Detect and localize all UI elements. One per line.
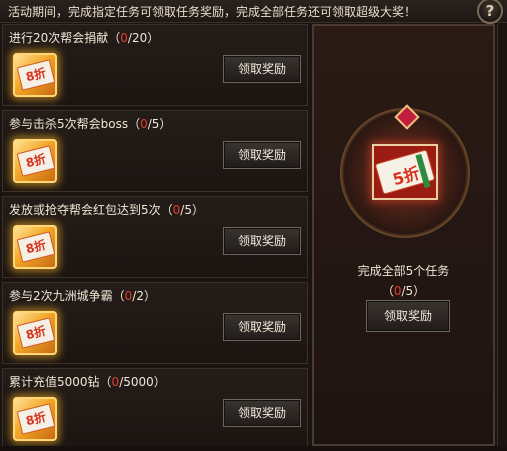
task-title: 发放或抢夺帮会红包达到5次（0/5） <box>9 201 204 218</box>
task-progress-total: /5） <box>180 203 204 217</box>
bottom-strip <box>0 446 507 451</box>
task-title: 参与2次九洲城争霸（0/2） <box>9 287 156 304</box>
ticket-frame: 8折 <box>13 139 57 183</box>
task-title-text: 累计充值5000钻（ <box>9 375 112 389</box>
ticket-tag: 8折 <box>16 231 56 263</box>
ticket-label: 8折 <box>24 65 48 85</box>
task-progress-total: /5000） <box>119 375 166 389</box>
claim-reward-button[interactable]: 领取奖励 <box>223 313 301 341</box>
discount-ticket-icon: 8折 <box>7 47 63 103</box>
activity-banner: 活动期间，完成指定任务可领取任务奖励，完成全部任务还可领取超级大奖！ ? <box>0 0 507 24</box>
task-progress-total: /20） <box>127 31 160 45</box>
ticket-label: 8折 <box>24 323 48 343</box>
ticket-tag: 8折 <box>16 317 56 349</box>
task-title: 参与击杀5次帮会boss（0/5） <box>9 115 171 132</box>
task-title-text: 参与2次九洲城争霸（ <box>9 289 125 303</box>
task-row: 发放或抢夺帮会红包达到5次（0/5） 8折 领取奖励 <box>2 196 308 278</box>
claim-reward-button[interactable]: 领取奖励 <box>223 141 301 169</box>
ticket-tag: 8折 <box>16 59 56 91</box>
ticket-label: 8折 <box>24 151 48 171</box>
task-title: 进行20次帮会捐献（0/20） <box>9 29 159 46</box>
help-button[interactable]: ? <box>477 0 503 24</box>
grand-prize-title: 完成全部5个任务 <box>357 264 450 278</box>
task-progress-current: 0 <box>120 31 128 45</box>
ticket-frame: 8折 <box>13 225 57 269</box>
ticket-frame: 8折 <box>13 311 57 355</box>
grand-prize-progress: （0/5） <box>314 282 493 299</box>
task-row: 参与击杀5次帮会boss（0/5） 8折 领取奖励 <box>2 110 308 192</box>
task-progress-total: /5） <box>147 117 172 131</box>
task-title-text: 进行20次帮会捐献（ <box>9 31 121 45</box>
task-title-text: 发放或抢夺帮会红包达到5次（ <box>9 203 173 217</box>
task-row: 累计充值5000钻（0/5000） 8折 领取奖励 <box>2 368 308 450</box>
discount-ticket-icon: 8折 <box>7 391 63 447</box>
task-progress-current: 0 <box>140 117 148 131</box>
task-row: 参与2次九洲城争霸（0/2） 8折 领取奖励 <box>2 282 308 364</box>
scrollbar[interactable] <box>497 24 507 446</box>
grand-prize-emblem: 5折 <box>340 104 470 238</box>
progress-total: /5） <box>401 284 426 298</box>
claim-reward-button[interactable]: 领取奖励 <box>223 399 301 427</box>
discount-ticket-icon: 8折 <box>7 133 63 189</box>
ticket-label: 8折 <box>24 409 48 429</box>
ticket-frame: 8折 <box>13 397 57 441</box>
ticket-frame: 8折 <box>13 53 57 97</box>
progress-open: （ <box>381 284 394 298</box>
banner-text: 活动期间，完成指定任务可领取任务奖励，完成全部任务还可领取超级大奖！ <box>8 5 417 19</box>
ticket-tag: 8折 <box>16 145 56 177</box>
task-title-text: 参与击杀5次帮会boss（ <box>9 117 141 131</box>
grand-discount-ticket-icon: 5折 <box>372 144 438 200</box>
claim-reward-button[interactable]: 领取奖励 <box>223 227 301 255</box>
task-progress-total: /2） <box>132 289 156 303</box>
ticket-tag: 8折 <box>16 403 56 435</box>
task-row: 进行20次帮会捐献（0/20） 8折 领取奖励 <box>2 24 308 106</box>
discount-ticket-icon: 8折 <box>7 305 63 361</box>
claim-grand-reward-button[interactable]: 领取奖励 <box>366 300 450 332</box>
task-title: 累计充值5000钻（0/5000） <box>9 373 166 390</box>
grand-prize-panel: 5折 完成全部5个任务 （0/5） 领取奖励 <box>312 24 495 446</box>
ticket-label: 8折 <box>24 237 48 257</box>
claim-reward-button[interactable]: 领取奖励 <box>223 55 301 83</box>
discount-ticket-icon: 8折 <box>7 219 63 275</box>
